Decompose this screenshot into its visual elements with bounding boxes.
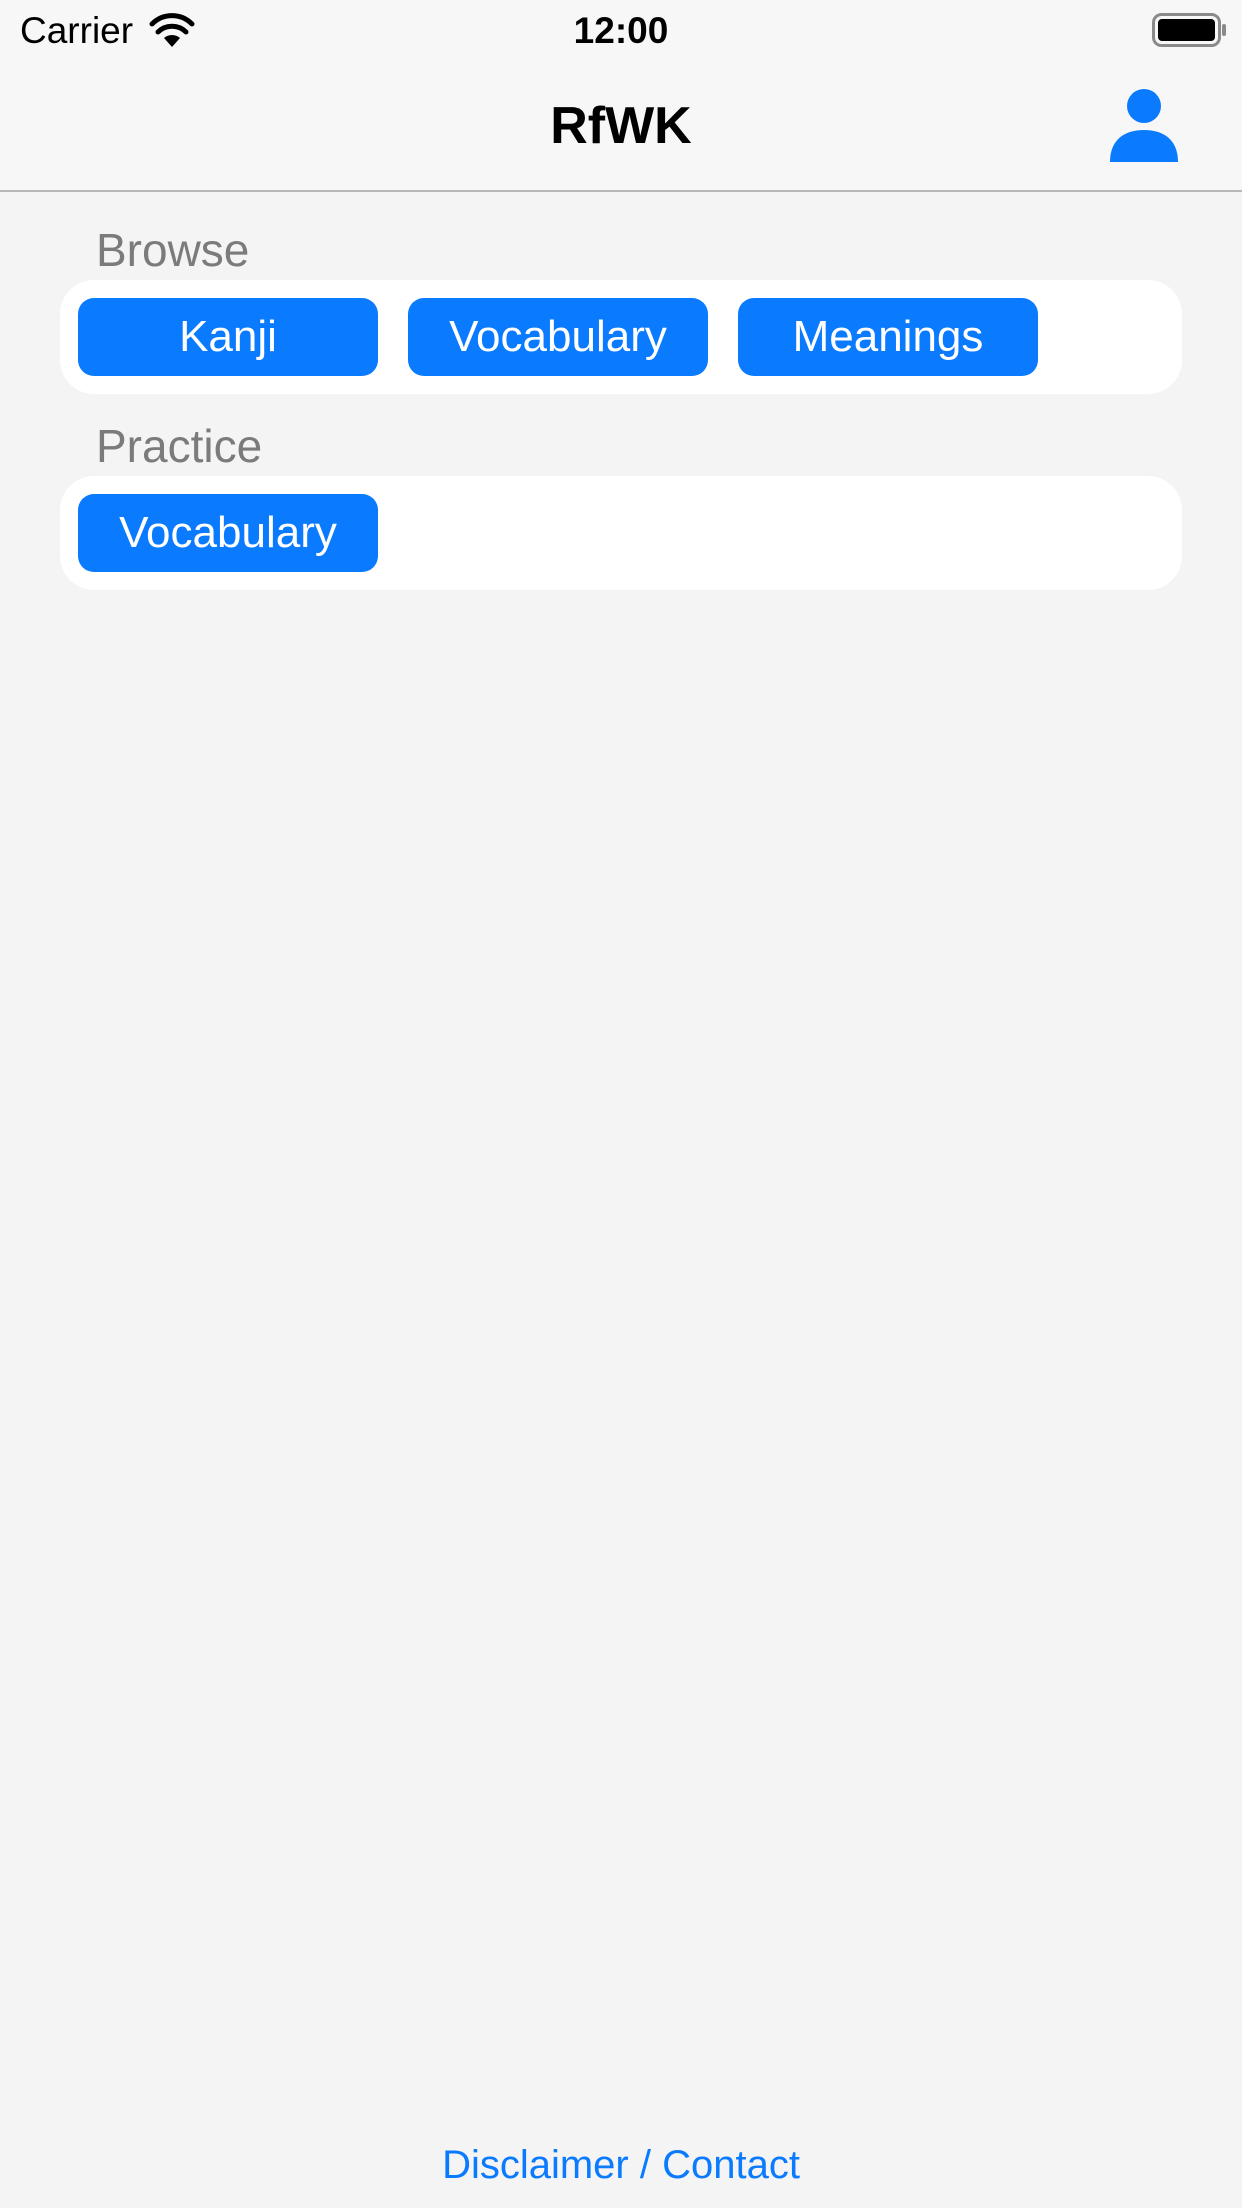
status-bar: Carrier 12:00: [0, 0, 1242, 62]
browse-kanji-button[interactable]: Kanji: [78, 298, 378, 376]
status-time: 12:00: [573, 10, 669, 51]
practice-card: Vocabulary: [60, 476, 1182, 590]
navigation-bar: RfWK: [0, 62, 1242, 192]
browse-section-header: Browse: [96, 224, 250, 276]
browse-vocabulary-button[interactable]: Vocabulary: [408, 298, 708, 376]
practice-vocabulary-button[interactable]: Vocabulary: [78, 494, 378, 572]
disclaimer-contact-link[interactable]: Disclaimer / Contact: [0, 2142, 1242, 2188]
person-icon[interactable]: [1108, 86, 1180, 162]
browse-card: Kanji Vocabulary Meanings: [60, 280, 1182, 394]
page-title: RfWK: [550, 97, 692, 155]
browse-meanings-button[interactable]: Meanings: [738, 298, 1038, 376]
practice-section-header: Practice: [96, 420, 263, 472]
battery-full-icon: [1152, 13, 1226, 47]
